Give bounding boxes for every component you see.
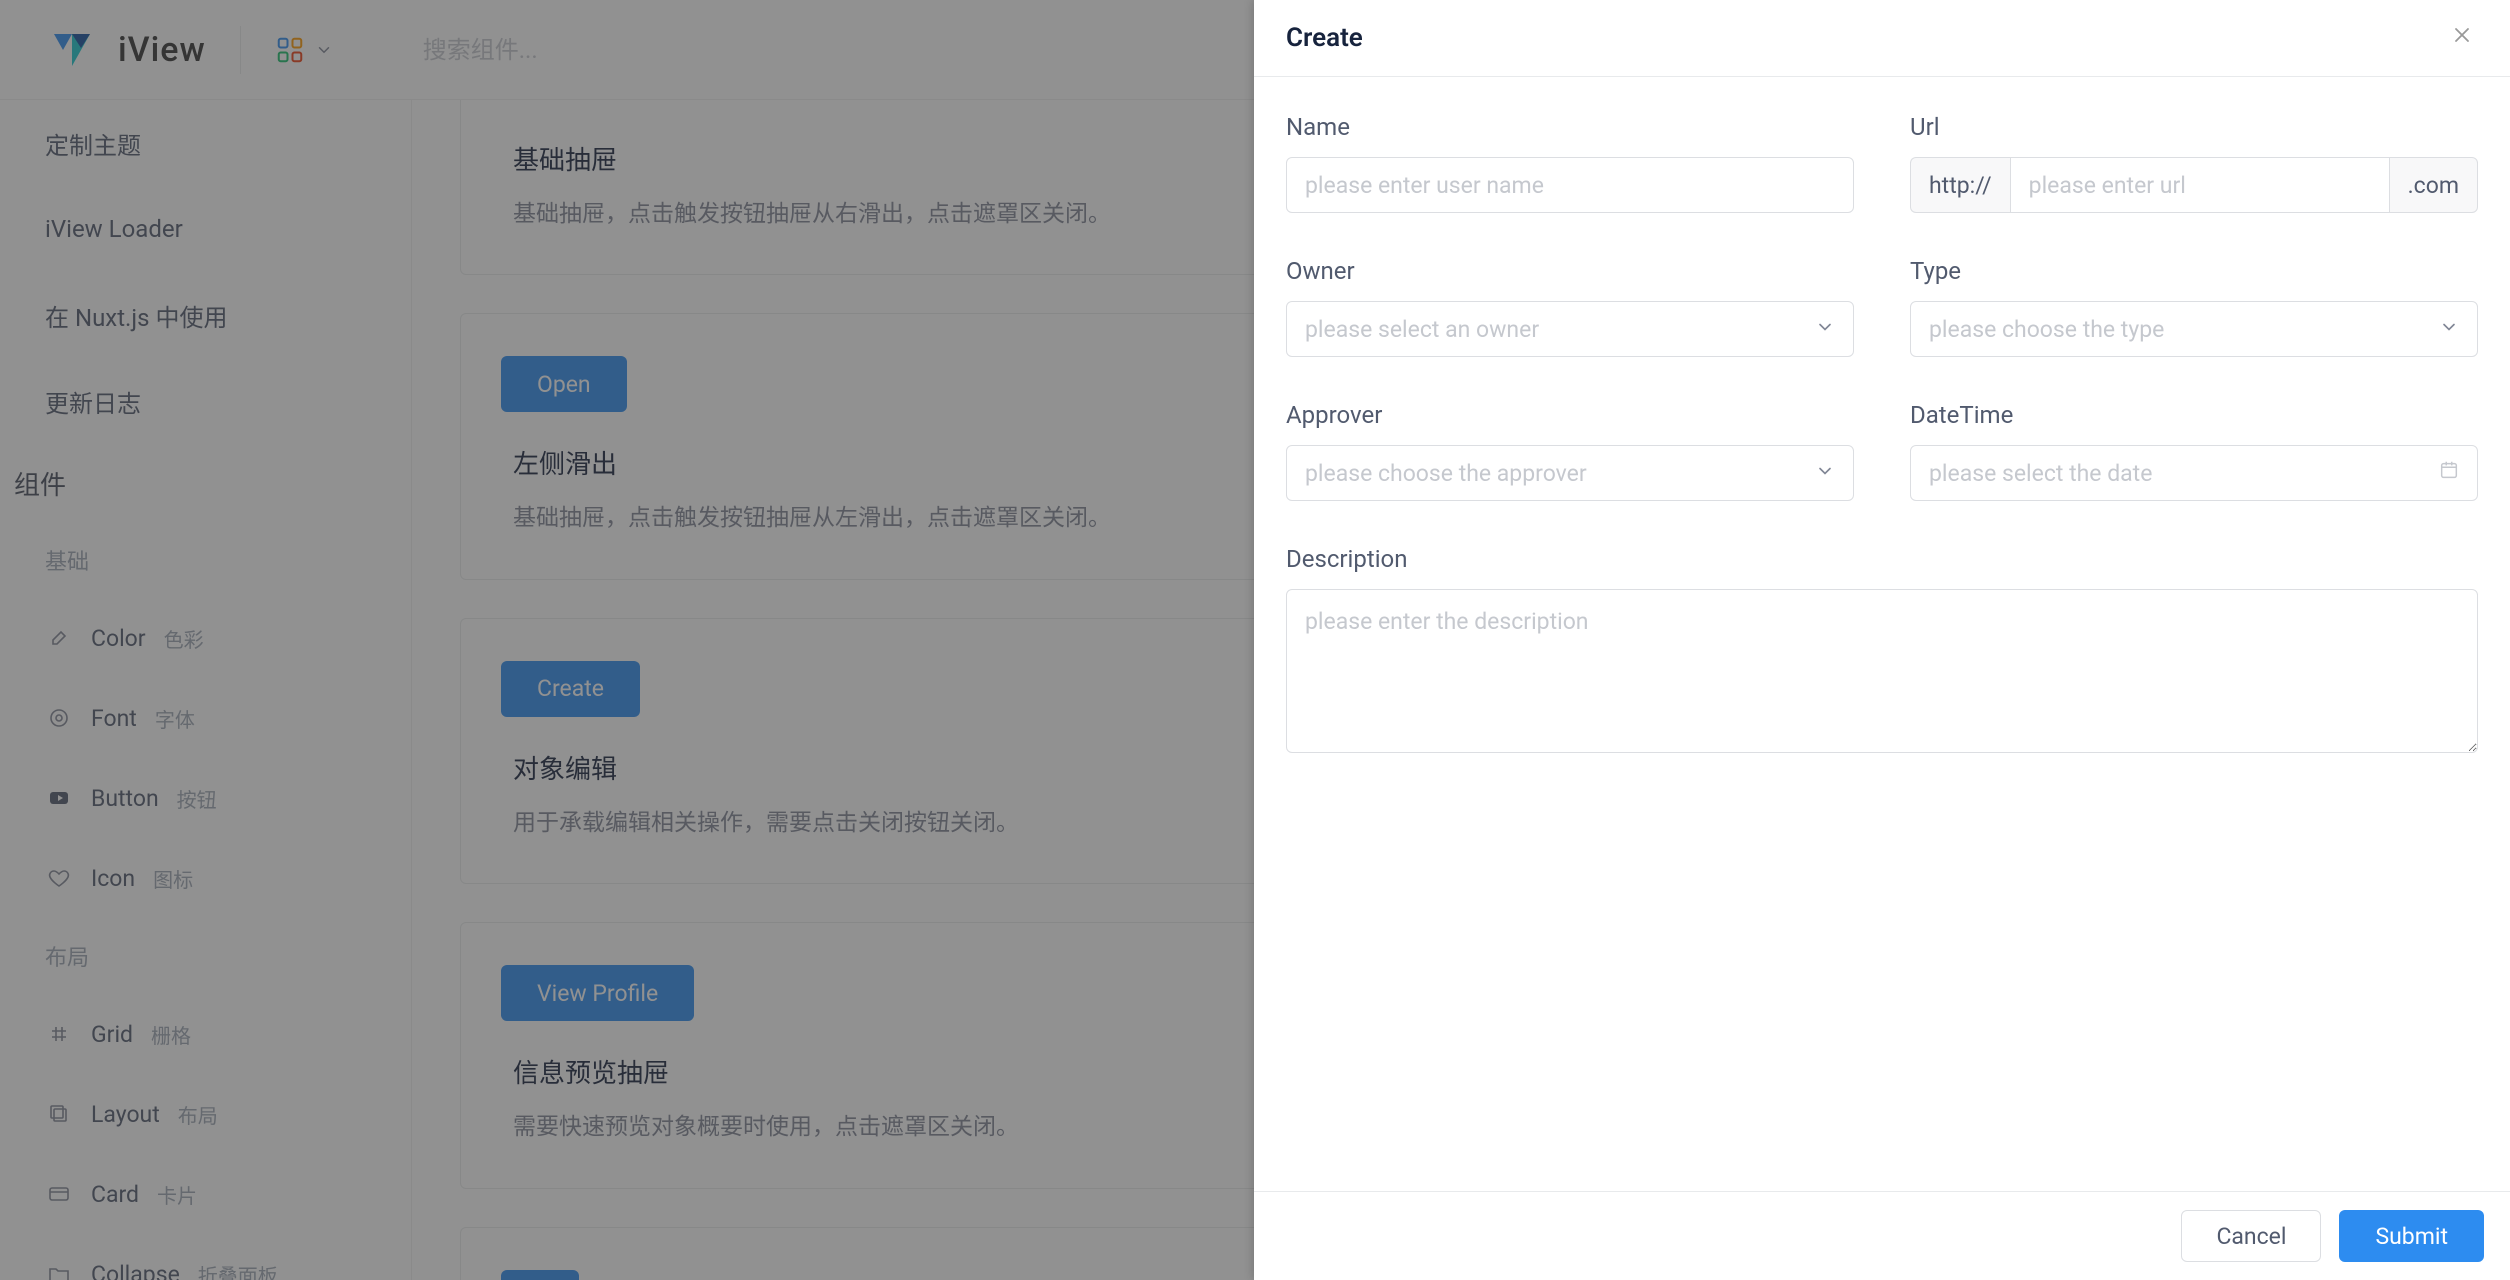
label-approver: Approver: [1286, 401, 1854, 429]
approver-select[interactable]: please choose the approver: [1286, 445, 1854, 501]
form-item-type: Type please choose the type: [1910, 257, 2478, 357]
form-item-name: Name: [1286, 113, 1854, 213]
url-suffix: .com: [2390, 157, 2478, 213]
label-url: Url: [1910, 113, 2478, 141]
select-placeholder: please select an owner: [1305, 316, 1539, 343]
name-input[interactable]: [1286, 157, 1854, 213]
url-input-group: http:// .com: [1910, 157, 2478, 213]
close-icon: [2450, 23, 2474, 53]
chevron-down-icon: [1815, 460, 1835, 487]
submit-button[interactable]: Submit: [2339, 1210, 2484, 1262]
label-datetime: DateTime: [1910, 401, 2478, 429]
form-item-owner: Owner please select an owner: [1286, 257, 1854, 357]
date-wrap: [1910, 445, 2478, 501]
drawer-footer: Cancel Submit: [1254, 1191, 2510, 1280]
select-placeholder: please choose the approver: [1305, 460, 1587, 487]
type-select[interactable]: please choose the type: [1910, 301, 2478, 357]
form-row: Owner please select an owner Type please…: [1286, 257, 2478, 357]
url-prefix: http://: [1910, 157, 2010, 213]
drawer: Create Name Url http:// .com: [1254, 0, 2510, 1280]
url-input[interactable]: [2010, 157, 2390, 213]
form-item-url: Url http:// .com: [1910, 113, 2478, 213]
form-row: Name Url http:// .com: [1286, 113, 2478, 213]
description-textarea[interactable]: [1286, 589, 2478, 753]
form-item-approver: Approver please choose the approver: [1286, 401, 1854, 501]
owner-select[interactable]: please select an owner: [1286, 301, 1854, 357]
chevron-down-icon: [2439, 316, 2459, 343]
cancel-button[interactable]: Cancel: [2181, 1210, 2321, 1262]
form-item-datetime: DateTime: [1910, 401, 2478, 501]
drawer-close-button[interactable]: [2446, 22, 2478, 54]
label-type: Type: [1910, 257, 2478, 285]
datetime-input[interactable]: [1910, 445, 2478, 501]
label-name: Name: [1286, 113, 1854, 141]
drawer-body: Name Url http:// .com Owner please selec…: [1254, 77, 2510, 1191]
label-description: Description: [1286, 545, 2478, 573]
form-row: Description: [1286, 545, 2478, 753]
select-placeholder: please choose the type: [1929, 316, 2164, 343]
form-row: Approver please choose the approver Date…: [1286, 401, 2478, 501]
drawer-header: Create: [1254, 0, 2510, 77]
chevron-down-icon: [1815, 316, 1835, 343]
form-item-description: Description: [1286, 545, 2478, 753]
drawer-title: Create: [1286, 23, 1363, 53]
label-owner: Owner: [1286, 257, 1854, 285]
